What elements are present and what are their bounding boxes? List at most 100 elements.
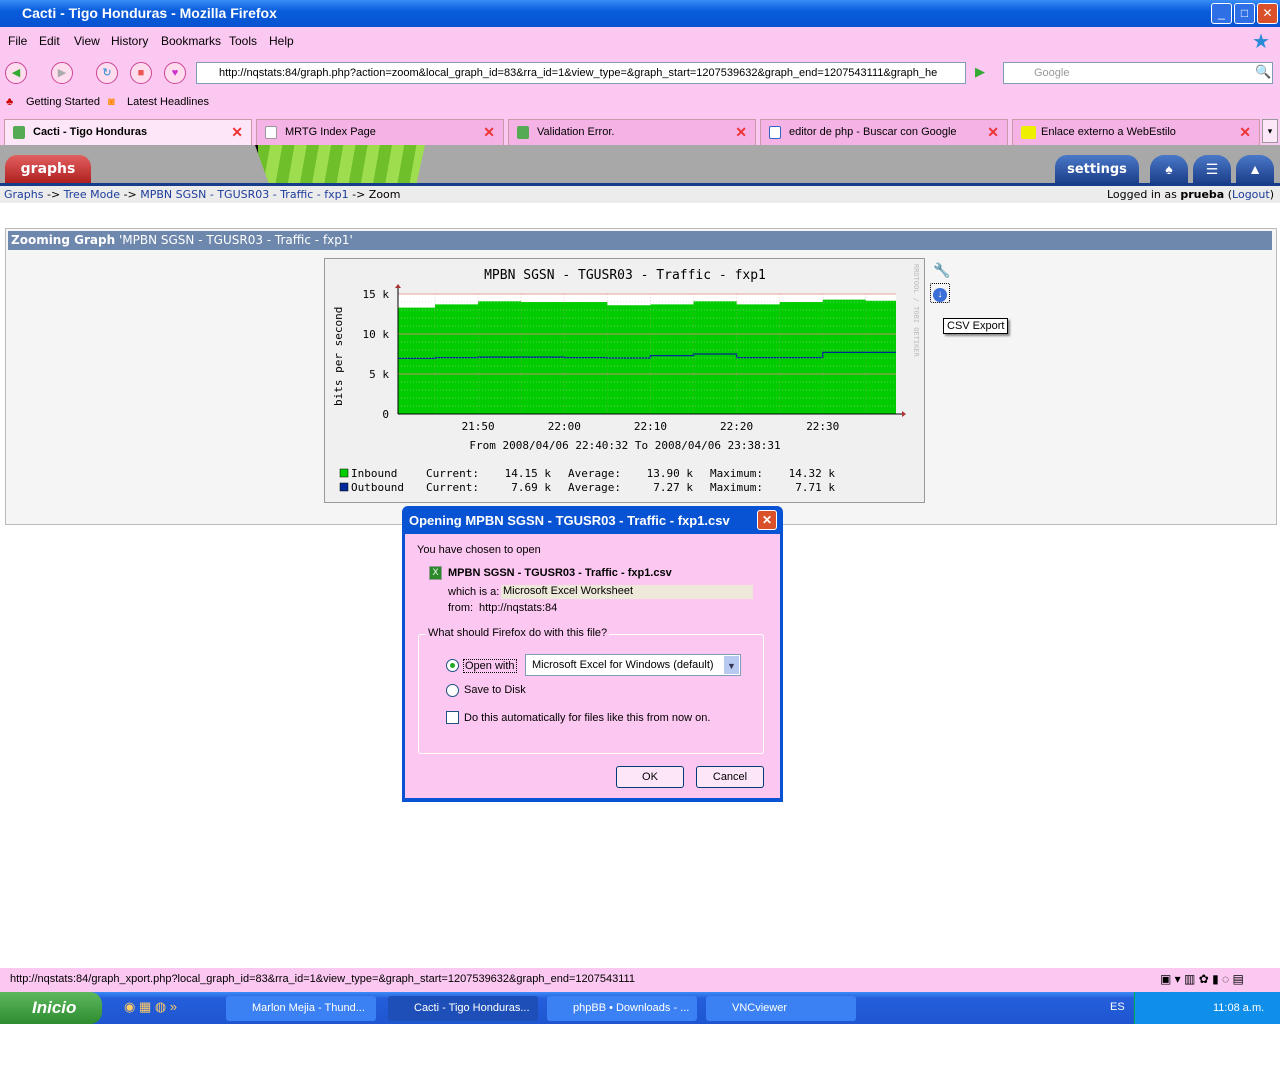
breadcrumb-graphs[interactable]: Graphs [4,188,43,201]
menu-help[interactable]: Help [269,34,294,48]
dialog-intro: You have chosen to open [417,544,541,556]
csv-export-tooltip: CSV Export [943,318,1009,334]
clock: 11:08 a.m. [1213,1002,1265,1014]
google-icon [769,126,781,139]
bookmark-getting-started[interactable]: Getting Started [26,96,100,108]
zoom-graph-name: 'MPBN SGSN - TGUSR03 - Traffic - fxp1' [118,233,353,247]
save-to-disk-label[interactable]: Save to Disk [464,684,526,696]
search-input[interactable]: Google [1003,62,1273,84]
series-inbound-area [398,299,896,414]
go-button[interactable]: ▶ [975,64,985,80]
url-input[interactable]: http://nqstats:84/graph.php?action=zoom&… [196,62,966,84]
close-tab-icon[interactable]: ✕ [987,120,999,144]
tab-validation[interactable]: Validation Error. ✕ [508,119,756,145]
close-tab-icon[interactable]: ✕ [231,120,243,144]
close-tab-icon[interactable]: ✕ [1239,120,1251,144]
task-vncviewer[interactable]: VNCviewer [706,996,856,1021]
window-title: Cacti - Tigo Honduras - Mozilla Firefox [22,5,277,21]
x-axis-arrow [902,411,906,417]
start-button[interactable]: Inicio [0,992,102,1024]
from-label: from: [448,602,474,614]
tab-mrtg[interactable]: MRTG Index Page ✕ [256,119,504,145]
star-icon[interactable]: ★ [1252,29,1270,54]
task-phpbb[interactable]: phpBB • Downloads - ... [547,996,697,1021]
chart-subtitle: From 2008/04/06 22:40:32 To 2008/04/06 2… [469,439,780,452]
tab-label: Cacti - Tigo Honduras [33,126,148,138]
back-button[interactable]: ◀ [5,62,27,84]
dialog-close-button[interactable]: ✕ [757,510,777,530]
logged-in-info: Logged in as prueba (Logout) [1106,188,1274,201]
url-text: http://nqstats:84/graph.php?action=zoom&… [219,67,938,79]
menu-bookmarks[interactable]: Bookmarks [161,34,221,48]
open-with-radio[interactable] [446,659,459,672]
bookmark-latest-headlines[interactable]: Latest Headlines [127,96,209,108]
zoom-heading: Zooming Graph 'MPBN SGSN - TGUSR03 - Tra… [8,231,1272,250]
graphs-tab[interactable]: graphs [5,155,91,183]
logout-link[interactable]: Logout [1232,188,1270,201]
tab-list-button[interactable]: ▾ [1262,119,1278,143]
tab-label: editor de php - Buscar con Google [789,126,957,138]
close-tab-icon[interactable]: ✕ [735,120,747,144]
settings-tab[interactable]: settings [1055,155,1139,183]
breadcrumb-sep: -> [123,188,137,201]
tab-label: Validation Error. [537,126,615,138]
x-tick-label: 22:20 [720,420,753,433]
home-icon[interactable]: ♥ [164,62,186,84]
action-group-label: What should Firefox do with this file? [426,627,610,639]
traffic-graph[interactable]: MPBN SGSN - TGUSR03 - Traffic - fxp1 bit… [324,258,925,503]
open-with-select[interactable]: Microsoft Excel for Windows (default) ▼ [525,654,741,676]
legend-text: Outbound [351,481,404,494]
status-text: http://nqstats:84/graph_xport.php?local_… [10,973,635,985]
breadcrumb-zoom: Zoom [368,188,401,201]
save-to-disk-radio[interactable] [446,684,459,697]
chevron-down-icon[interactable]: ▼ [724,656,739,674]
statusbar-addon-icons[interactable]: ▣ ▾ ▥ ✿ ▮ ◌ ▤ [1160,972,1244,986]
logged-in-label: Logged in as [1106,188,1177,201]
maximize-button[interactable]: □ [1234,3,1255,24]
language-indicator[interactable]: ES [1110,1001,1125,1013]
x-tick-label: 21:50 [462,420,495,433]
legend-text: 14.15 k [505,467,552,480]
menu-edit[interactable]: Edit [39,34,60,48]
list-view-icon[interactable]: ☰ [1193,155,1231,183]
breadcrumb-tree-mode[interactable]: Tree Mode [64,188,120,201]
breadcrumb-graph[interactable]: MPBN SGSN - TGUSR03 - Traffic - fxp1 [140,188,348,201]
y-tick-label: 5 k [369,368,389,381]
wrench-icon[interactable]: 🔧 [933,262,950,279]
legend-text: 7.27 k [653,481,693,494]
task-cacti[interactable]: Cacti - Tigo Honduras... [388,996,538,1021]
y-tick-label: 10 k [363,328,390,341]
cacti-favicon [13,126,25,139]
menu-file[interactable]: File [8,34,27,48]
tab-webestilo[interactable]: Enlace externo a WebEstilo ✕ [1012,119,1260,145]
minimize-button[interactable]: _ [1211,3,1232,24]
auto-checkbox[interactable] [446,711,459,724]
dialog-filename: MPBN SGSN - TGUSR03 - Traffic - fxp1.csv [448,567,672,579]
legend-text: 7.71 k [795,481,835,494]
which-is-label: which is a: [448,586,500,598]
close-window-button[interactable]: ✕ [1257,3,1278,24]
chart-svg: MPBN SGSN - TGUSR03 - Traffic - fxp1 bit… [332,264,920,494]
auto-label[interactable]: Do this automatically for files like thi… [464,712,710,724]
tab-cacti[interactable]: Cacti - Tigo Honduras ✕ [4,119,252,145]
preview-view-icon[interactable]: ▲ [1236,155,1274,183]
dialog-body: You have chosen to open X MPBN SGSN - TG… [405,534,780,798]
menu-tools[interactable]: Tools [229,34,257,48]
search-icon[interactable]: 🔍 [1255,64,1271,80]
cancel-button[interactable]: Cancel [696,766,764,788]
close-tab-icon[interactable]: ✕ [483,120,495,144]
csv-export-icon[interactable]: ↓ [930,283,950,303]
tab-google[interactable]: editor de php - Buscar con Google ✕ [760,119,1008,145]
menu-history[interactable]: History [111,34,148,48]
open-with-label[interactable]: Open with [463,659,517,673]
task-thunderbird[interactable]: Marlon Mejia - Thund... [226,996,376,1021]
menu-view[interactable]: View [74,34,100,48]
ok-button[interactable]: OK [616,766,684,788]
legend-text: Current: [426,481,479,494]
tree-view-icon[interactable]: ♠ [1150,155,1188,183]
reload-button[interactable]: ↻ [96,62,118,84]
forward-button[interactable]: ▶ [51,62,73,84]
stop-button[interactable]: ■ [130,62,152,84]
quicklaunch-icons[interactable]: ◉ ▦ ◍ » [124,999,177,1015]
rrdtool-watermark: RRDTOOL / TOBI OETIKER [912,264,920,358]
